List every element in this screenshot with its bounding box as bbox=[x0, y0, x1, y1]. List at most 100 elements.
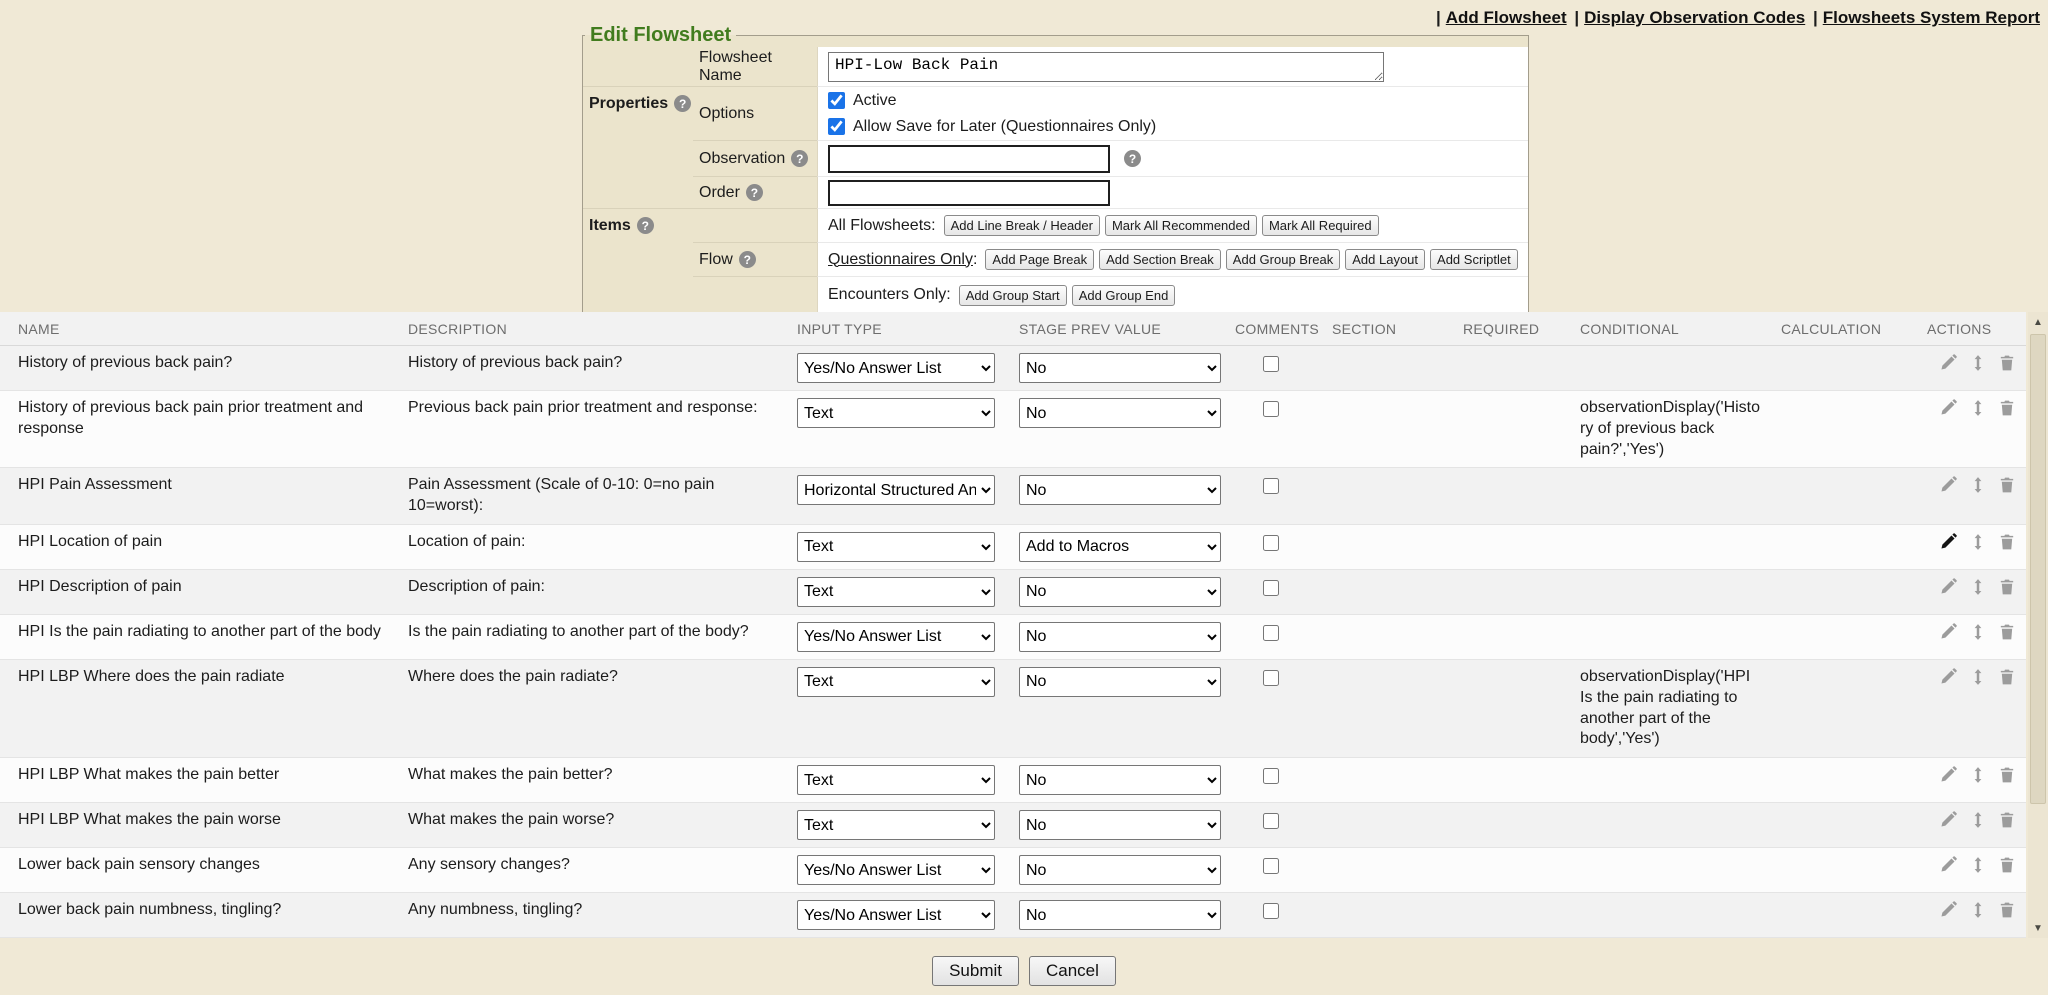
questionnaires-button[interactable]: Add Scriptlet bbox=[1430, 249, 1518, 270]
delete-icon[interactable] bbox=[1998, 623, 2016, 641]
comments-checkbox[interactable] bbox=[1263, 858, 1279, 874]
input-type-select[interactable]: Text bbox=[797, 810, 995, 840]
edit-icon[interactable] bbox=[1939, 533, 1957, 551]
input-type-select[interactable]: Yes/No Answer List bbox=[797, 622, 995, 652]
delete-icon[interactable] bbox=[1998, 856, 2016, 874]
comments-checkbox[interactable] bbox=[1263, 813, 1279, 829]
stage-prev-value-select[interactable]: No bbox=[1019, 622, 1221, 652]
scrollbar-thumb[interactable] bbox=[2030, 334, 2046, 804]
observation-help-icon[interactable]: ? bbox=[791, 150, 808, 167]
stage-prev-value-select[interactable]: No bbox=[1019, 475, 1221, 505]
all-flowsheets-button[interactable]: Add Line Break / Header bbox=[944, 215, 1100, 236]
edit-icon[interactable] bbox=[1939, 856, 1957, 874]
comments-checkbox[interactable] bbox=[1263, 535, 1279, 551]
edit-icon[interactable] bbox=[1939, 668, 1957, 686]
stage-prev-value-select[interactable]: No bbox=[1019, 855, 1221, 885]
stage-prev-value-select[interactable]: No bbox=[1019, 810, 1221, 840]
input-type-select[interactable]: Text bbox=[797, 398, 995, 428]
nav-link[interactable]: Flowsheets System Report bbox=[1823, 8, 2040, 27]
order-help-icon[interactable]: ? bbox=[746, 184, 763, 201]
move-icon[interactable] bbox=[1969, 623, 1987, 641]
delete-icon[interactable] bbox=[1998, 533, 2016, 551]
stage-prev-value-select[interactable]: No bbox=[1019, 577, 1221, 607]
edit-icon[interactable] bbox=[1939, 476, 1957, 494]
cancel-button[interactable]: Cancel bbox=[1029, 956, 1116, 986]
flowsheet-name-label-cell: Flowsheet Name bbox=[693, 47, 817, 87]
questionnaires-button[interactable]: Add Layout bbox=[1345, 249, 1425, 270]
comments-checkbox[interactable] bbox=[1263, 580, 1279, 596]
submit-button[interactable]: Submit bbox=[932, 956, 1019, 986]
input-type-select[interactable]: Horizontal Structured Ans bbox=[797, 475, 995, 505]
comments-checkbox[interactable] bbox=[1263, 903, 1279, 919]
edit-icon[interactable] bbox=[1939, 901, 1957, 919]
delete-icon[interactable] bbox=[1998, 811, 2016, 829]
edit-icon[interactable] bbox=[1939, 354, 1957, 372]
edit-icon[interactable] bbox=[1939, 578, 1957, 596]
move-icon[interactable] bbox=[1969, 533, 1987, 551]
scroll-up-arrow-icon[interactable]: ▲ bbox=[2028, 312, 2048, 332]
stage-prev-value-select[interactable]: No bbox=[1019, 353, 1221, 383]
move-icon[interactable] bbox=[1969, 476, 1987, 494]
item-calculation bbox=[1773, 569, 1919, 614]
move-icon[interactable] bbox=[1969, 766, 1987, 784]
input-type-select[interactable]: Text bbox=[797, 577, 995, 607]
item-conditional bbox=[1572, 468, 1773, 525]
edit-icon[interactable] bbox=[1939, 811, 1957, 829]
nav-link[interactable]: Display Observation Codes bbox=[1584, 8, 1805, 27]
flow-help-icon[interactable]: ? bbox=[739, 251, 756, 268]
encounters-button[interactable]: Add Group End bbox=[1072, 285, 1176, 306]
observation-field-help-icon[interactable]: ? bbox=[1124, 150, 1141, 167]
questionnaires-button[interactable]: Add Page Break bbox=[985, 249, 1094, 270]
edit-icon[interactable] bbox=[1939, 766, 1957, 784]
delete-icon[interactable] bbox=[1998, 578, 2016, 596]
move-icon[interactable] bbox=[1969, 668, 1987, 686]
move-icon[interactable] bbox=[1969, 901, 1987, 919]
move-icon[interactable] bbox=[1969, 856, 1987, 874]
comments-checkbox[interactable] bbox=[1263, 625, 1279, 641]
delete-icon[interactable] bbox=[1998, 668, 2016, 686]
questionnaires-button[interactable]: Add Section Break bbox=[1099, 249, 1221, 270]
items-help-icon[interactable]: ? bbox=[637, 217, 654, 234]
move-icon[interactable] bbox=[1969, 811, 1987, 829]
delete-icon[interactable] bbox=[1998, 399, 2016, 417]
option-checkbox[interactable] bbox=[828, 118, 845, 135]
stage-prev-value-select[interactable]: No bbox=[1019, 398, 1221, 428]
move-icon[interactable] bbox=[1969, 354, 1987, 372]
item-calculation bbox=[1773, 893, 1919, 938]
all-flowsheets-button[interactable]: Mark All Required bbox=[1262, 215, 1379, 236]
move-icon[interactable] bbox=[1969, 399, 1987, 417]
input-type-select[interactable]: Yes/No Answer List bbox=[797, 353, 995, 383]
input-type-select[interactable]: Text bbox=[797, 667, 995, 697]
all-flowsheets-button[interactable]: Mark All Recommended bbox=[1105, 215, 1257, 236]
order-input[interactable] bbox=[828, 180, 1110, 206]
move-icon[interactable] bbox=[1969, 578, 1987, 596]
stage-prev-value-select[interactable]: Add to Macros bbox=[1019, 532, 1221, 562]
edit-icon[interactable] bbox=[1939, 623, 1957, 641]
comments-checkbox[interactable] bbox=[1263, 356, 1279, 372]
option-checkbox[interactable] bbox=[828, 92, 845, 109]
scroll-down-arrow-icon[interactable]: ▼ bbox=[2028, 918, 2048, 938]
input-type-select[interactable]: Yes/No Answer List bbox=[797, 900, 995, 930]
input-type-select[interactable]: Yes/No Answer List bbox=[797, 855, 995, 885]
stage-prev-value-select[interactable]: No bbox=[1019, 667, 1221, 697]
questionnaires-button[interactable]: Add Group Break bbox=[1226, 249, 1340, 270]
stage-prev-value-select[interactable]: No bbox=[1019, 900, 1221, 930]
stage-prev-value-select[interactable]: No bbox=[1019, 765, 1221, 795]
delete-icon[interactable] bbox=[1998, 901, 2016, 919]
delete-icon[interactable] bbox=[1998, 766, 2016, 784]
item-name: Lower back pain sensory changes bbox=[0, 848, 400, 893]
observation-input[interactable] bbox=[828, 145, 1110, 173]
comments-checkbox[interactable] bbox=[1263, 670, 1279, 686]
edit-icon[interactable] bbox=[1939, 399, 1957, 417]
comments-checkbox[interactable] bbox=[1263, 401, 1279, 417]
encounters-button[interactable]: Add Group Start bbox=[959, 285, 1067, 306]
comments-checkbox[interactable] bbox=[1263, 478, 1279, 494]
comments-checkbox[interactable] bbox=[1263, 768, 1279, 784]
input-type-select[interactable]: Text bbox=[797, 532, 995, 562]
vertical-scrollbar[interactable]: ▲ ▼ bbox=[2028, 312, 2048, 938]
properties-help-icon[interactable]: ? bbox=[674, 95, 691, 112]
input-type-select[interactable]: Text bbox=[797, 765, 995, 795]
flowsheet-name-input[interactable] bbox=[828, 52, 1384, 82]
delete-icon[interactable] bbox=[1998, 476, 2016, 494]
delete-icon[interactable] bbox=[1998, 354, 2016, 372]
